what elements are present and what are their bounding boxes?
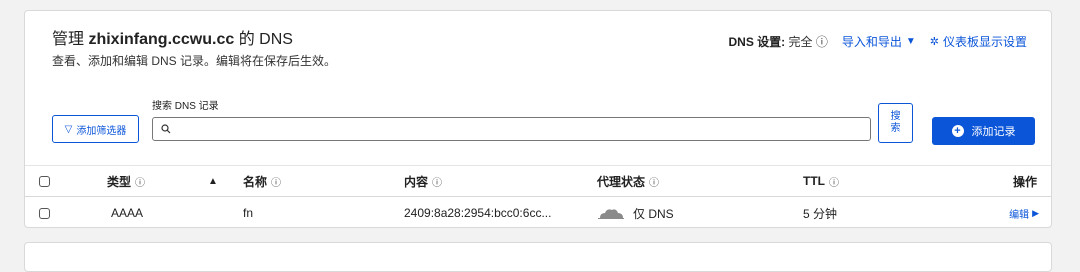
col-actions: 操作 [1012,174,1037,189]
table-header: 类型 ⓘ ▲ 名称 ⓘ 内容 ⓘ 代理状态 ⓘ TTL ⓘ 操作 [25,165,1051,197]
info-icon: ⓘ [432,177,443,189]
cloud-icon [598,209,624,219]
plus-icon: + [951,125,964,137]
col-type[interactable]: 类型 ⓘ [107,166,145,196]
col-content[interactable]: 内容 ⓘ [404,166,442,196]
record-type: AAAA [111,206,144,220]
record-content: 2409:8a28:2954:bcc0:6cc... [404,206,552,220]
search-label: 搜索 DNS 记录 [152,101,219,112]
info-icon: ⓘ [135,177,146,189]
table-row: AAAA fn 2409:8a28:2954:bcc0:6cc... 仅 DNS… [25,197,1051,229]
gear-icon: ✲ [929,36,939,48]
record-ttl: 5 分钟 [803,206,838,221]
import-export-menu[interactable]: 导入和导出 ▼ [842,33,916,50]
info-icon: ⓘ [649,177,660,189]
row-checkbox[interactable] [39,197,50,229]
col-ttl[interactable]: TTL ⓘ [803,166,839,196]
add-record-button[interactable]: + 添加记录 [932,117,1035,145]
record-name: fn [243,206,254,220]
search-button[interactable]: 搜 索 [878,103,913,143]
search-icon [161,124,171,134]
dns-setting[interactable]: DNS 设置: 完全 ⓘ [729,33,828,50]
caret-down-icon: ▼ [905,36,916,47]
sort-asc-icon[interactable]: ▲ [208,166,218,196]
caret-right-icon: ▶ [1032,207,1039,218]
edit-button[interactable]: 编辑 ▶ [1009,197,1039,229]
filter-icon: ▽ [64,123,73,135]
header-actions: DNS 设置: 完全 ⓘ 导入和导出 ▼ ✲ 仪表板显示设置 [729,33,1028,50]
page-subtitle: 查看、添加和编辑 DNS 记录。编辑将在保存后生效。 [52,54,337,68]
info-icon: ⓘ [829,177,839,189]
dashboard-display-settings[interactable]: ✲ 仪表板显示设置 [930,33,1027,50]
col-proxy[interactable]: 代理状态 ⓘ [597,166,659,196]
search-input[interactable] [152,117,871,141]
dns-records-card: 管理 zhixinfang.ccwu.cc 的 DNS 查看、添加和编辑 DNS… [24,10,1052,228]
add-filter-button[interactable]: ▽ 添加筛选器 [52,115,139,143]
info-icon: ⓘ [271,177,282,189]
proxy-status: 仅 DNS [597,197,674,229]
select-all-checkbox[interactable] [39,166,50,196]
page-title: 管理 zhixinfang.ccwu.cc 的 DNS [52,31,293,48]
domain-name: zhixinfang.ccwu.cc [88,31,235,48]
col-name[interactable]: 名称 ⓘ [243,166,281,196]
next-card [24,242,1052,272]
